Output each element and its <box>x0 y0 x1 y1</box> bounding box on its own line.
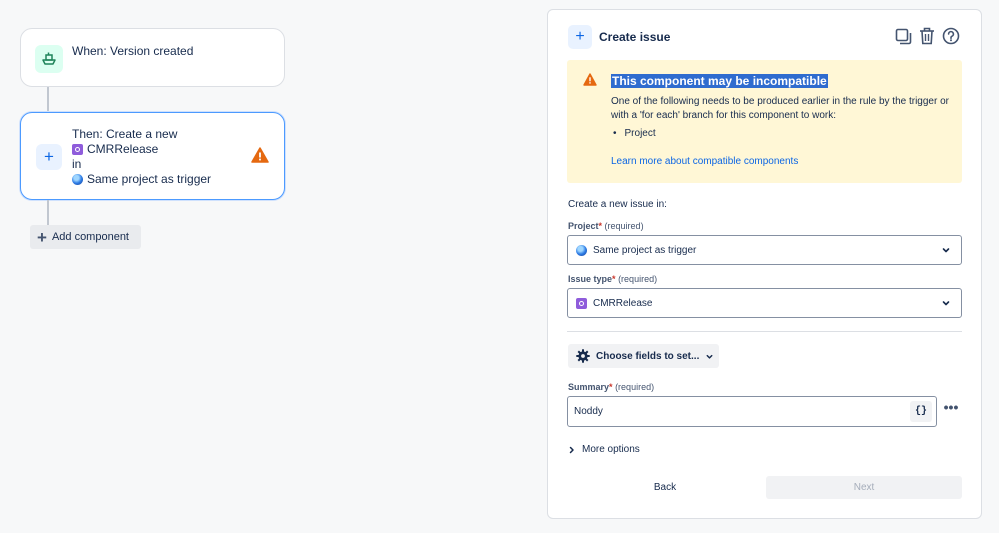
action-description: Then: Create a new CMRRelease in Same pr… <box>72 127 211 187</box>
issue-type-icon <box>72 144 83 155</box>
chevron-down-icon <box>941 245 951 255</box>
action-issue-type: CMRRelease <box>87 142 158 157</box>
issue-type-icon <box>576 298 587 309</box>
choose-fields-button[interactable]: Choose fields to set... <box>568 344 719 368</box>
trigger-card[interactable]: When: Version created <box>20 28 285 87</box>
incompatible-warning: This component may be incompatible One o… <box>567 60 962 183</box>
delete-button[interactable] <box>917 26 937 46</box>
help-button[interactable] <box>941 26 961 46</box>
more-options-label: More options <box>582 444 640 455</box>
plus-icon: + <box>36 144 62 170</box>
plus-icon: + <box>568 25 592 49</box>
project-globe-icon <box>576 245 587 256</box>
warning-icon <box>251 147 269 168</box>
add-component-label: Add component <box>52 231 129 243</box>
issue-type-select-value: CMRRelease <box>593 298 652 309</box>
project-select-value: Same project as trigger <box>593 245 696 256</box>
warning-body: One of the following needs to be produce… <box>611 95 951 123</box>
project-label: Project* (required) <box>568 221 644 231</box>
back-button[interactable]: Back <box>567 476 763 499</box>
panel-title: Create issue <box>599 30 670 44</box>
summary-input[interactable] <box>567 396 937 427</box>
copy-button[interactable] <box>893 26 913 46</box>
warning-requirements: Project <box>611 128 656 139</box>
connector-line <box>47 87 49 112</box>
action-line-1: Then: Create a new <box>72 127 177 142</box>
connector-line <box>47 200 49 226</box>
trash-icon <box>919 27 935 45</box>
summary-label: Summary* (required) <box>568 382 654 392</box>
issue-type-label: Issue type* (required) <box>568 274 657 284</box>
compatible-components-link[interactable]: Learn more about compatible components <box>611 156 798 167</box>
more-actions-icon[interactable]: ••• <box>942 402 960 416</box>
smart-value-button[interactable]: {} <box>910 401 932 422</box>
project-select[interactable]: Same project as trigger <box>567 235 962 265</box>
section-label: Create a new issue in: <box>568 199 667 210</box>
warning-icon <box>583 73 597 91</box>
plus-icon: + <box>37 229 47 246</box>
version-ship-icon <box>35 45 63 73</box>
gear-icon <box>576 349 590 363</box>
add-component-button[interactable]: + Add component <box>30 225 141 249</box>
trigger-label: When: Version created <box>72 44 193 58</box>
choose-fields-label: Choose fields to set... <box>596 351 699 362</box>
issue-type-select[interactable]: CMRRelease <box>567 288 962 318</box>
list-item: Project <box>611 128 656 139</box>
copy-icon <box>895 28 912 45</box>
chevron-down-icon <box>705 352 714 361</box>
component-panel: + Create issue This <box>547 9 982 519</box>
more-options-toggle[interactable]: More options <box>568 444 640 455</box>
action-project: Same project as trigger <box>87 172 211 187</box>
project-globe-icon <box>72 174 83 185</box>
action-card[interactable]: + Then: Create a new CMRRelease in Same … <box>20 112 285 200</box>
action-line-3: in <box>72 157 81 172</box>
chevron-right-icon <box>568 446 576 454</box>
chevron-down-icon <box>941 298 951 308</box>
help-icon <box>942 27 960 45</box>
divider <box>567 331 962 332</box>
next-button[interactable]: Next <box>766 476 962 499</box>
warning-title: This component may be incompatible <box>611 74 828 88</box>
